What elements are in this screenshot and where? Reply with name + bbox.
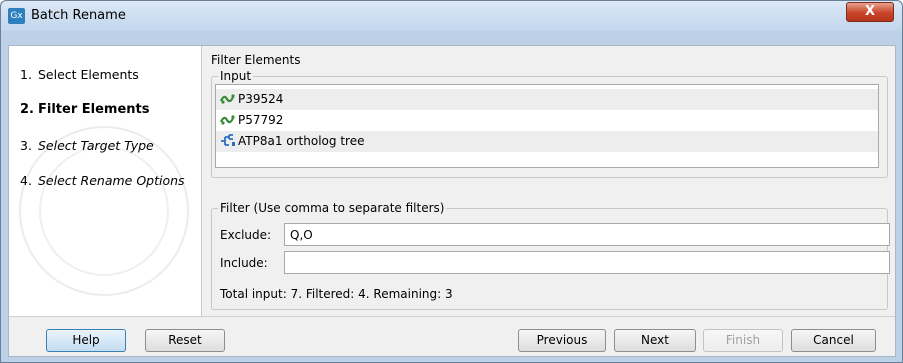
step-number: 4. [20, 173, 32, 188]
help-button[interactable]: Help [46, 329, 126, 352]
exclude-field[interactable] [284, 223, 890, 246]
list-item-label: P39524 [238, 92, 284, 106]
step-label: Select Rename Options [38, 173, 185, 188]
step-label: Select Target Type [38, 138, 154, 153]
window-title: Batch Rename [31, 8, 126, 23]
step-number: 2. [20, 102, 34, 117]
step-select-target-type: 3. Select Target Type [20, 138, 154, 153]
tree-icon [220, 134, 236, 148]
sequence-icon [219, 113, 236, 127]
include-label: Include: [220, 256, 268, 270]
dialog-client-area: 1. Select Elements 2. Filter Elements 3. Se… [8, 45, 896, 357]
title-bar[interactable]: Gx Batch Rename X [1, 1, 902, 31]
step-label: Select Elements [38, 67, 139, 82]
app-icon: Gx [8, 8, 25, 24]
filter-group-legend: Filter (Use comma to separate filters) [218, 201, 447, 215]
list-item-label: P57792 [238, 113, 284, 127]
input-group-legend: Input [218, 69, 254, 83]
step-number: 1. [20, 67, 32, 82]
dialog-footer: Help Reset Previous Next Finish Cancel [9, 316, 895, 356]
close-button[interactable]: X [846, 2, 894, 22]
next-button[interactable]: Next [614, 329, 696, 352]
step-number: 3. [20, 138, 32, 153]
step-filter-elements: 2. Filter Elements [20, 102, 149, 117]
filter-elements-panel: Filter Elements Input P39524 P57792 ATP8… [204, 46, 895, 316]
wizard-steps-sidebar: 1. Select Elements 2. Filter Elements 3. Se… [9, 46, 202, 316]
step-select-elements: 1. Select Elements [20, 67, 139, 82]
list-item-label: ATP8a1 ortholog tree [238, 134, 365, 148]
reset-button[interactable]: Reset [145, 329, 225, 352]
finish-button[interactable]: Finish [703, 329, 783, 352]
step-select-rename-options: 4. Select Rename Options [20, 173, 185, 188]
include-field[interactable] [284, 251, 890, 274]
previous-button[interactable]: Previous [518, 329, 606, 352]
list-item[interactable]: ATP8a1 ortholog tree [216, 131, 878, 152]
batch-rename-window: Gx Batch Rename X 1. Select Elements 2. Fi… [0, 0, 903, 363]
sequence-icon [219, 92, 236, 106]
list-item[interactable]: P39524 [216, 89, 878, 110]
exclude-label: Exclude: [220, 228, 272, 242]
filter-summary: Total input: 7. Filtered: 4. Remaining: … [220, 287, 453, 301]
list-item[interactable]: P57792 [216, 110, 878, 131]
input-list[interactable]: P39524 P57792 ATP8a1 ortholog tree [215, 84, 879, 168]
panel-title: Filter Elements [211, 53, 301, 67]
watermark-graphic-inner [39, 146, 169, 276]
step-label: Filter Elements [38, 102, 150, 117]
cancel-button[interactable]: Cancel [791, 329, 876, 352]
